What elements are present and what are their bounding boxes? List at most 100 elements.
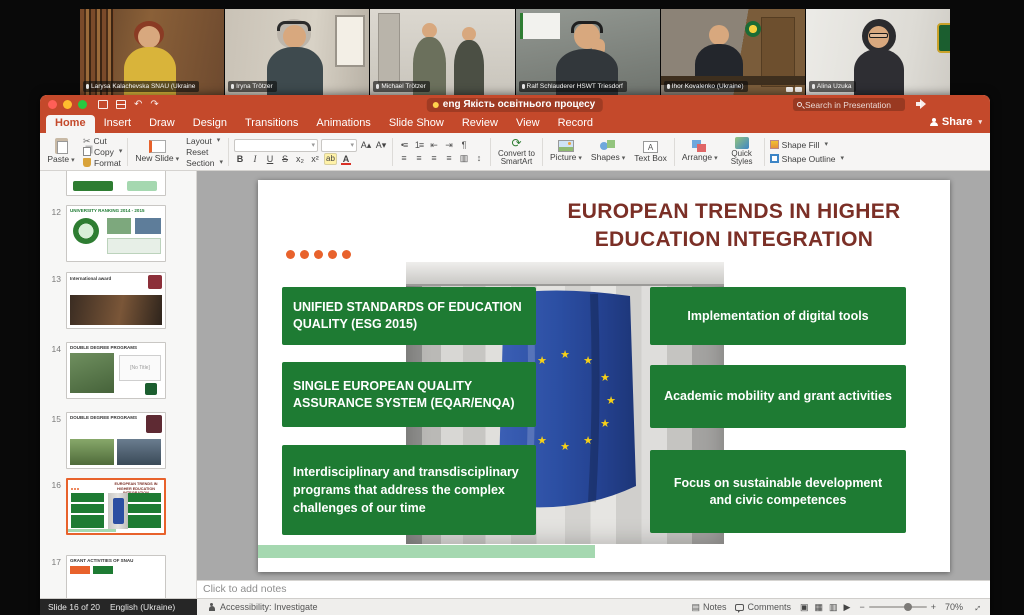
font-name-select[interactable]: [234, 139, 318, 152]
shapes-button[interactable]: Shapes: [589, 140, 627, 163]
notes-pane[interactable]: Click to add notes: [197, 580, 990, 598]
zoom-in-button[interactable]: +: [931, 602, 936, 612]
close-button[interactable]: [48, 100, 57, 109]
zoom-slider[interactable]: [869, 606, 927, 608]
save-icon[interactable]: [116, 100, 126, 109]
comments-toggle-button[interactable]: Comments: [735, 602, 791, 612]
green-box-single-european-quality[interactable]: SINGLE EUROPEAN QUALITY ASSURANCE SYSTEM…: [282, 362, 536, 427]
font-size-select[interactable]: [321, 139, 357, 152]
tab-draw[interactable]: Draw: [140, 115, 184, 133]
reading-view-icon[interactable]: ▥: [829, 602, 838, 613]
zoom-out-button[interactable]: −: [859, 602, 864, 612]
thumbnail-slide-16-selected[interactable]: 16 EUROPEAN TRENDS IN HIGHER EDUCATION I…: [40, 478, 197, 535]
slideshow-view-icon[interactable]: ▶: [844, 602, 851, 613]
notes-toggle-button[interactable]: Notes: [691, 602, 726, 613]
language-label[interactable]: English (Ukraine): [110, 602, 175, 612]
italic-button[interactable]: I: [249, 153, 261, 165]
tab-slide-show[interactable]: Slide Show: [380, 115, 453, 133]
section-button[interactable]: Section: [186, 158, 223, 168]
fit-slide-icon[interactable]: ↔: [970, 600, 985, 615]
video-tile-ihor-active-speaker[interactable]: Ihor Kovalenko (Ukraine): [661, 9, 805, 95]
decrease-font-icon[interactable]: A▾: [375, 139, 387, 151]
superscript-button[interactable]: x²: [309, 153, 321, 165]
tab-review[interactable]: Review: [453, 115, 507, 133]
subscript-button[interactable]: x₂: [294, 153, 306, 165]
maximize-button[interactable]: [78, 100, 87, 109]
video-tile-michael[interactable]: Michael Trötzer: [370, 9, 514, 95]
zoom-slider-knob[interactable]: [904, 603, 912, 611]
bold-button[interactable]: B: [234, 153, 246, 165]
tab-animations[interactable]: Animations: [307, 115, 379, 133]
minimize-button[interactable]: [63, 100, 72, 109]
align-right-button[interactable]: [428, 152, 440, 164]
justify-button[interactable]: [443, 152, 455, 164]
shape-fill-button[interactable]: Shape Fill: [770, 140, 844, 150]
paste-button[interactable]: Paste: [44, 138, 78, 165]
slide-editor-area[interactable]: EUROPEAN TRENDS IN HIGHER EDUCATION INTE…: [197, 171, 990, 580]
align-left-button[interactable]: [398, 152, 410, 164]
video-tile-alina[interactable]: Alina Uzuka: [806, 9, 950, 95]
normal-view-icon[interactable]: ▣: [800, 602, 809, 613]
thumbnail[interactable]: DOUBLE DEGREE PROGRAMS: [66, 412, 166, 469]
green-box-academic-mobility[interactable]: Academic mobility and grant activities: [650, 365, 906, 428]
cut-button[interactable]: Cut: [83, 136, 122, 146]
tab-design[interactable]: Design: [184, 115, 236, 133]
outdent-button[interactable]: [428, 139, 440, 151]
undo-icon[interactable]: ↶: [134, 98, 142, 111]
quick-styles-button[interactable]: Quick Styles: [725, 137, 759, 167]
thumbnail-slide-11-partial[interactable]: [40, 171, 197, 196]
accessibility-status[interactable]: Accessibility: Investigate: [207, 602, 318, 612]
thumbnail-slide-13[interactable]: 13 International award: [40, 272, 197, 329]
tab-record[interactable]: Record: [549, 115, 602, 133]
video-tile-larysa[interactable]: Larysa Kalachevska SNAU (Ukraine: [80, 9, 224, 95]
current-slide[interactable]: EUROPEAN TRENDS IN HIGHER EDUCATION INTE…: [258, 180, 950, 572]
tell-me-icon[interactable]: [916, 99, 926, 109]
align-center-button[interactable]: [413, 152, 425, 164]
grid-icon[interactable]: [98, 100, 108, 109]
slide-sorter-view-icon[interactable]: ▦: [815, 602, 824, 613]
picture-button[interactable]: Picture: [548, 140, 584, 163]
green-box-unified-standards[interactable]: UNIFIED STANDARDS OF EDUCATION QUALITY (…: [282, 287, 536, 345]
video-tile-ralf[interactable]: Ralf Schlauderer HSWT Triesdorf: [516, 9, 660, 95]
tile-av-controls[interactable]: [786, 87, 802, 92]
thumbnail-slide-15[interactable]: 15 DOUBLE DEGREE PROGRAMS: [40, 412, 197, 469]
highlight-button[interactable]: ab: [324, 153, 337, 165]
convert-to-smartart-button[interactable]: ⟳ Convert to SmartArt: [496, 137, 537, 167]
green-box-sustainable-development[interactable]: Focus on sustainable development and civ…: [650, 450, 906, 533]
share-button[interactable]: Share: [930, 116, 982, 128]
line-spacing-button[interactable]: [473, 152, 485, 164]
thumbnail[interactable]: GRANT ACTIVITIES OF SNAU: [66, 555, 166, 598]
search-input[interactable]: [805, 100, 901, 110]
tab-transitions[interactable]: Transitions: [236, 115, 307, 133]
format-painter-button[interactable]: Format: [83, 158, 122, 168]
indent-button[interactable]: [443, 139, 455, 151]
font-color-button[interactable]: A: [340, 153, 352, 165]
increase-font-icon[interactable]: A▴: [360, 139, 372, 151]
thumbnail-slide-12[interactable]: 12 UNIVERSITY RANKING 2014 - 2015: [40, 205, 197, 262]
search-box[interactable]: [793, 98, 905, 111]
new-slide-button[interactable]: New Slide: [133, 140, 181, 164]
tab-view[interactable]: View: [507, 115, 549, 133]
slide-title[interactable]: EUROPEAN TRENDS IN HIGHER EDUCATION INTE…: [558, 198, 910, 254]
arrange-button[interactable]: Arrange: [680, 140, 720, 163]
redo-icon[interactable]: ↷: [150, 98, 158, 111]
paragraph-marks-button[interactable]: [458, 139, 470, 151]
thumbnail[interactable]: EUROPEAN TRENDS IN HIGHER EDUCATION INTE…: [66, 478, 166, 535]
bullets-button[interactable]: [398, 139, 410, 151]
columns-button[interactable]: [458, 152, 470, 164]
thumbnail-slide-17-partial[interactable]: 17 GRANT ACTIVITIES OF SNAU: [40, 555, 197, 598]
zoom-percentage[interactable]: 70%: [945, 602, 963, 612]
reset-button[interactable]: Reset: [186, 147, 223, 157]
thumbnail[interactable]: UNIVERSITY RANKING 2014 - 2015: [66, 205, 166, 262]
slide-thumbnail-panel[interactable]: 12 UNIVERSITY RANKING 2014 - 2015 13 Int…: [40, 171, 197, 598]
video-tile-iryna[interactable]: Iryna Trötzer: [225, 9, 369, 95]
green-box-interdisciplinary[interactable]: Interdisciplinary and transdisciplinary …: [282, 445, 536, 535]
shape-outline-button[interactable]: Shape Outline: [770, 154, 844, 164]
text-box-button[interactable]: A Text Box: [632, 141, 669, 163]
tab-home[interactable]: Home: [46, 115, 95, 133]
strikethrough-button[interactable]: S: [279, 153, 291, 165]
thumbnail[interactable]: DOUBLE DEGREE PROGRAMS [No Title]: [66, 342, 166, 399]
green-box-digital-tools[interactable]: Implementation of digital tools: [650, 287, 906, 345]
tab-insert[interactable]: Insert: [95, 115, 141, 133]
numbering-button[interactable]: [413, 139, 425, 151]
